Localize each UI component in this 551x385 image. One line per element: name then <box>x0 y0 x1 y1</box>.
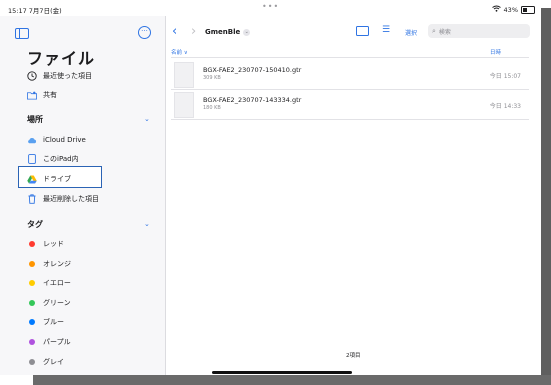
file-thumbnail <box>174 92 194 118</box>
forward-chevron-icon[interactable]: › <box>191 24 196 39</box>
tag-color-dot-icon <box>27 357 37 367</box>
window-shadow-right <box>541 8 551 385</box>
tag-color-dot-icon <box>27 278 37 288</box>
file-thumbnail <box>174 62 194 88</box>
divider <box>171 57 529 58</box>
sidebar-item-icloud-drive[interactable]: iCloud Drive <box>27 132 86 148</box>
file-name: BGX-FAE2_230707-150410.gtr <box>203 66 302 74</box>
status-bar: 15:17 7月7日(金) ••• 43% <box>0 0 541 16</box>
tag-color-dot-icon <box>27 337 37 347</box>
sidebar-item-label: ドライブ <box>43 175 71 183</box>
tag-color-dot-icon <box>27 239 37 249</box>
sidebar-tag-item[interactable]: グレイ <box>27 354 64 370</box>
search-field[interactable]: ⌕ 検索 <box>428 24 530 38</box>
sidebar-tag-item[interactable]: ブルー <box>27 314 64 330</box>
sidebar-tag-label: グリーン <box>43 298 71 307</box>
file-date: 今日 15:07 <box>489 73 521 80</box>
tags-header: タグ <box>27 220 43 229</box>
cloud-icon <box>27 135 37 145</box>
sidebar-toggle-icon[interactable] <box>15 28 29 39</box>
status-right: 43% <box>491 5 535 14</box>
search-icon: ⌕ <box>432 26 436 35</box>
new-folder-icon[interactable] <box>356 26 369 36</box>
sidebar-tag-label: グレイ <box>43 357 64 366</box>
sidebar-tag-label: レッド <box>43 240 64 248</box>
sidebar-item-label: 共有 <box>43 91 57 99</box>
shared-folder-icon <box>27 90 37 100</box>
tag-color-dot-icon <box>27 298 37 308</box>
folder-title[interactable]: GmenBle ⌄ <box>205 28 251 36</box>
sidebar-item-drive[interactable]: ドライブ <box>27 171 71 187</box>
tag-dot <box>29 319 35 326</box>
file-name: BGX-FAE2_230707-143334.gtr <box>203 96 302 104</box>
tag-color-dot-icon <box>27 317 37 327</box>
file-date: 今日 14:33 <box>489 103 521 110</box>
drive-icon <box>27 174 37 184</box>
sidebar: ··· ファイル 最近使った項目 共有 場所 ⌄ iCloud Drive この… <box>0 16 166 375</box>
locations-header: 場所 <box>27 115 43 124</box>
status-time: 15:17 7月7日(金) <box>8 7 62 15</box>
tag-dot <box>29 260 35 267</box>
tag-dot <box>29 280 35 287</box>
ipad-screen: 15:17 7月7日(金) ••• 43% ··· ファイル 最近使った項目 共… <box>0 0 541 375</box>
list-view-icon[interactable]: ☰ <box>382 25 390 35</box>
tag-dot <box>29 339 35 345</box>
file-size: 309 KB <box>203 75 221 81</box>
sidebar-item-recents[interactable]: 最近使った項目 <box>27 68 92 84</box>
tag-dot <box>29 241 35 247</box>
file-row[interactable]: BGX-FAE2_230707-150410.gtr 309 KB 今日 15:… <box>171 60 529 88</box>
sidebar-tag-item[interactable]: レッド <box>27 236 64 252</box>
sidebar-title: ファイル <box>27 49 96 68</box>
trash-icon <box>27 194 37 204</box>
sidebar-item-label: このiPad内 <box>43 155 79 163</box>
sidebar-tag-label: イエロー <box>43 279 71 288</box>
sidebar-tag-item[interactable]: グリーン <box>27 295 71 311</box>
battery-icon <box>521 5 535 14</box>
file-size: 180 KB <box>203 105 221 111</box>
sidebar-item-label: 最近削除した項目 <box>43 195 99 203</box>
file-row[interactable]: BGX-FAE2_230707-143334.gtr 180 KB 今日 14:… <box>171 90 529 118</box>
sidebar-tag-item[interactable]: パープル <box>27 334 71 350</box>
sort-by-name[interactable]: 名前 ∨ <box>171 48 188 56</box>
tag-dot <box>29 358 35 365</box>
sidebar-item-label: 最近使った項目 <box>43 72 92 80</box>
chevron-down-icon[interactable]: ⌄ <box>144 220 150 228</box>
tag-color-dot-icon <box>27 259 37 269</box>
tag-dot <box>29 299 35 306</box>
folder-title-text: GmenBle <box>205 28 241 36</box>
sidebar-tag-label: パープル <box>43 338 71 346</box>
window-shadow-bottom <box>33 375 551 385</box>
divider <box>171 119 529 120</box>
sidebar-tag-label: ブルー <box>43 318 64 327</box>
column-date[interactable]: 日時 <box>490 48 501 56</box>
chevron-down-icon: ⌄ <box>243 28 251 36</box>
wifi-icon <box>491 5 501 14</box>
multitasking-dots[interactable]: ••• <box>262 2 279 11</box>
sidebar-tag-label: オレンジ <box>43 259 71 268</box>
more-options-icon[interactable]: ··· <box>138 26 151 39</box>
sidebar-item-recently-deleted[interactable]: 最近削除した項目 <box>27 191 99 207</box>
clock-icon <box>27 71 37 81</box>
chevron-down-icon[interactable]: ⌄ <box>144 115 150 123</box>
sidebar-tag-item[interactable]: オレンジ <box>27 256 71 272</box>
battery-percent: 43% <box>503 5 518 14</box>
back-chevron-icon[interactable]: ‹ <box>172 24 177 39</box>
file-browser: ‹ › GmenBle ⌄ ☰ 選択 ⌕ 検索 名前 ∨ 日時 BGX-FAE2_… <box>166 16 541 375</box>
home-indicator[interactable] <box>212 371 352 374</box>
sidebar-item-label: iCloud Drive <box>43 136 86 144</box>
sidebar-item-shared[interactable]: 共有 <box>27 87 57 103</box>
sidebar-tag-item[interactable]: イエロー <box>27 275 71 291</box>
item-count: 2項目 <box>346 353 361 359</box>
select-button[interactable]: 選択 <box>405 28 417 37</box>
ipad-icon <box>27 154 37 164</box>
search-placeholder: 検索 <box>438 28 451 36</box>
sidebar-item-on-my-ipad[interactable]: このiPad内 <box>27 151 79 167</box>
